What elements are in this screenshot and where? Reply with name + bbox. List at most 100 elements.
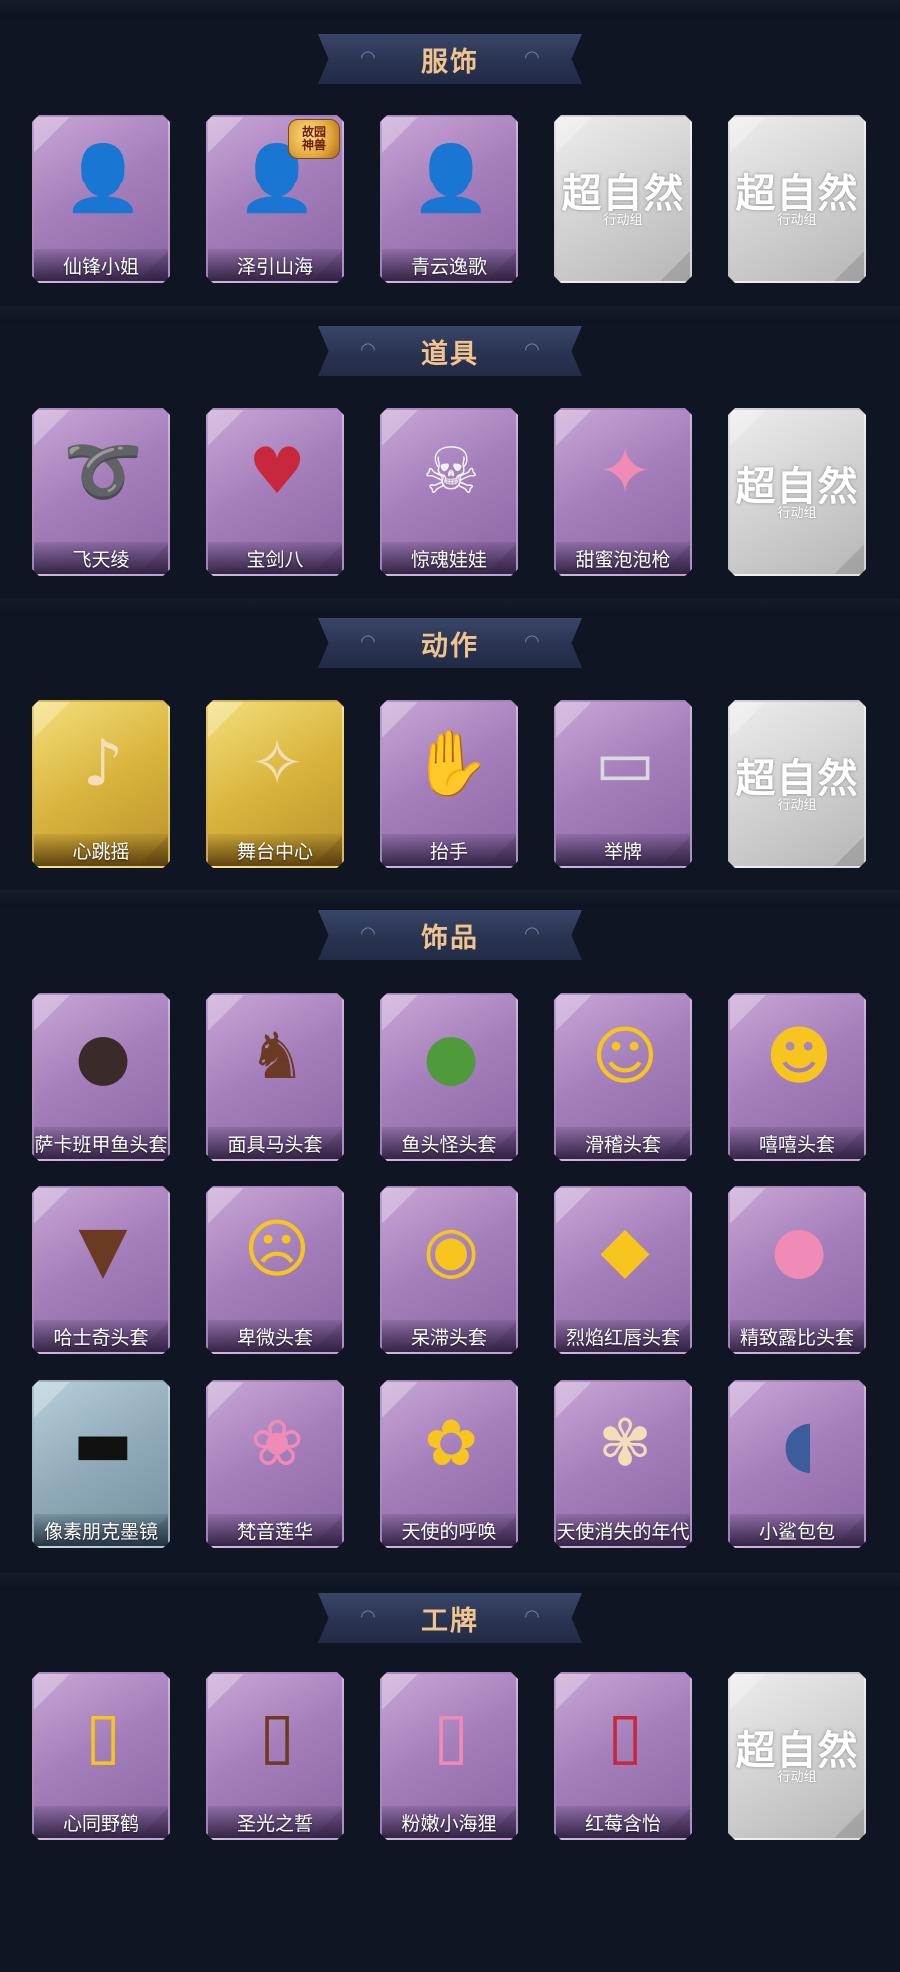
- locked-item-card[interactable]: 超自然 行动组: [554, 115, 692, 283]
- item-label-bar: 飞天绫: [34, 542, 168, 574]
- item-label: 宝剑八: [246, 548, 304, 571]
- locked-watermark-subtitle: 行动组: [777, 506, 817, 521]
- swirl-ornament-icon: ◠: [524, 47, 540, 68]
- item-label: 小鲨包包: [758, 1520, 835, 1543]
- locked-item-card[interactable]: 超自然 行动组: [728, 700, 866, 868]
- grin-face-icon: ☻: [765, 1020, 833, 1094]
- item-label-bar: 梵音莲华: [208, 1514, 342, 1546]
- item-label: 滑稽头套: [584, 1133, 661, 1156]
- item-label: 粉嫩小海狸: [401, 1812, 497, 1835]
- holy-light-card-icon: ▯: [259, 1699, 295, 1773]
- swirl-ornament-icon: ◠: [360, 339, 376, 360]
- item-card[interactable]: ◉ 呆滞头套: [380, 1186, 518, 1354]
- locked-item-card[interactable]: 超自然 行动组: [728, 1672, 866, 1840]
- swirl-ornament-icon: ◠: [360, 47, 376, 68]
- section-divider: [0, 1573, 900, 1591]
- item-card[interactable]: ▯ 心同野鹤: [32, 1672, 170, 1840]
- item-card[interactable]: ✿ 天使的呼唤: [380, 1380, 518, 1548]
- section-title: 工牌: [421, 1605, 479, 1637]
- item-label: 青云逸歌: [410, 255, 487, 278]
- item-card[interactable]: ▯ 红莓含怡: [554, 1672, 692, 1840]
- item-label-bar: 天使消失的年代: [556, 1514, 690, 1546]
- item-label-bar: 精致露比头套: [730, 1320, 864, 1352]
- item-label: 烈焰红唇头套: [565, 1326, 680, 1349]
- person-red-mask-icon: 👤: [63, 142, 143, 216]
- item-card[interactable]: ▼ 哈士奇头套: [32, 1186, 170, 1354]
- locked-watermark-subtitle: 行动组: [777, 798, 817, 813]
- swirl-ornament-icon: ◠: [360, 923, 376, 944]
- item-label: 心同野鹤: [62, 1812, 139, 1835]
- item-card[interactable]: 👤 仙锋小姐: [32, 115, 170, 283]
- item-card[interactable]: ❀ 梵音莲华: [206, 1380, 344, 1548]
- humble-face-icon: ☹: [243, 1213, 311, 1287]
- item-card[interactable]: ● 精致露比头套: [728, 1186, 866, 1354]
- item-card[interactable]: ✧ 舞台中心: [206, 700, 344, 868]
- item-card[interactable]: ♥ 宝剑八: [206, 408, 344, 576]
- item-label-bar: 天使的呼唤: [382, 1514, 516, 1546]
- strawberry-card-icon: ▯: [607, 1699, 643, 1773]
- item-card[interactable]: 👤 故园 神兽 泽引山海: [206, 115, 344, 283]
- item-card[interactable]: ▭ 举牌: [554, 700, 692, 868]
- item-label: 天使消失的年代: [556, 1520, 690, 1543]
- item-label: 圣光之誓: [236, 1812, 313, 1835]
- item-card[interactable]: ♪ 心跳摇: [32, 700, 170, 868]
- locked-item-card[interactable]: 超自然 行动组: [728, 115, 866, 283]
- item-label-bar: 甜蜜泡泡枪: [556, 542, 690, 574]
- horse-head-icon: ♞: [248, 1020, 306, 1094]
- item-label: 梵音莲华: [236, 1520, 313, 1543]
- shark-bag-icon: ◖: [782, 1407, 816, 1481]
- item-label: 惊魂娃娃: [410, 548, 487, 571]
- section-divider: [0, 306, 900, 324]
- item-card[interactable]: ☠ 惊魂娃娃: [380, 408, 518, 576]
- pixel-sunglasses-icon: ▬: [72, 1407, 134, 1481]
- item-label: 面具马头套: [227, 1133, 323, 1156]
- item-label-bar: 宝剑八: [208, 542, 342, 574]
- item-card[interactable]: ● 萨卡班甲鱼头套: [32, 993, 170, 1161]
- swirl-ornament-icon: ◠: [524, 1606, 540, 1627]
- item-card[interactable]: 👤 青云逸歌: [380, 115, 518, 283]
- hold-sign-icon: ▭: [594, 727, 656, 801]
- item-card[interactable]: ◖ 小鲨包包: [728, 1380, 866, 1548]
- locked-item-card[interactable]: 超自然 行动组: [728, 408, 866, 576]
- item-label-bar: 心同野鹤: [34, 1806, 168, 1838]
- item-card[interactable]: ▯ 粉嫩小海狸: [380, 1672, 518, 1840]
- item-card[interactable]: ☻ 嘻嘻头套: [728, 993, 866, 1161]
- item-card[interactable]: ✾ 天使消失的年代: [554, 1380, 692, 1548]
- item-label: 卑微头套: [236, 1326, 313, 1349]
- item-label-bar: 像素朋克墨镜: [34, 1514, 168, 1546]
- locked-watermark-subtitle: 行动组: [603, 213, 643, 228]
- item-label: 舞台中心: [236, 840, 313, 863]
- item-card[interactable]: ☹ 卑微头套: [206, 1186, 344, 1354]
- item-card[interactable]: ✦ 甜蜜泡泡枪: [554, 408, 692, 576]
- item-card[interactable]: ◆ 烈焰红唇头套: [554, 1186, 692, 1354]
- item-label: 鱼头怪头套: [401, 1133, 497, 1156]
- section-header: ◠ 工牌 ◠: [318, 1593, 582, 1643]
- item-label-bar: 鱼头怪头套: [382, 1127, 516, 1159]
- item-label: 哈士奇头套: [53, 1326, 149, 1349]
- item-card[interactable]: ▬ 像素朋克墨镜: [32, 1380, 170, 1548]
- item-card[interactable]: ➰ 飞天绫: [32, 408, 170, 576]
- skull-doll-icon: ☠: [422, 435, 480, 509]
- item-label-bar: 抬手: [382, 834, 516, 866]
- heart-shield-icon: ♥: [248, 435, 306, 509]
- item-label: 仙锋小姐: [62, 255, 139, 278]
- section-title: 饰品: [421, 922, 479, 954]
- item-label-bar: 仙锋小姐: [34, 249, 168, 281]
- section-divider: [0, 598, 900, 616]
- item-label: 举牌: [603, 840, 642, 863]
- item-card[interactable]: ● 鱼头怪头套: [380, 993, 518, 1161]
- item-card[interactable]: ✋ 抬手: [380, 700, 518, 868]
- item-label: 甜蜜泡泡枪: [575, 548, 671, 571]
- item-card[interactable]: ▯ 圣光之誓: [206, 1672, 344, 1840]
- item-label-bar: 舞台中心: [208, 834, 342, 866]
- item-label-bar: 惊魂娃娃: [382, 542, 516, 574]
- section-divider: [0, 890, 900, 908]
- pink-beaver-card-icon: ▯: [433, 1699, 469, 1773]
- item-label: 抬手: [429, 840, 468, 863]
- item-card[interactable]: ♞ 面具马头套: [206, 993, 344, 1161]
- item-label-bar: 萨卡班甲鱼头套: [34, 1127, 168, 1159]
- swirl-ornament-icon: ◠: [524, 339, 540, 360]
- person-blue-robe-icon: 👤: [411, 142, 491, 216]
- red-lips-head-icon: ◆: [600, 1213, 650, 1287]
- item-card[interactable]: ☺ 滑稽头套: [554, 993, 692, 1161]
